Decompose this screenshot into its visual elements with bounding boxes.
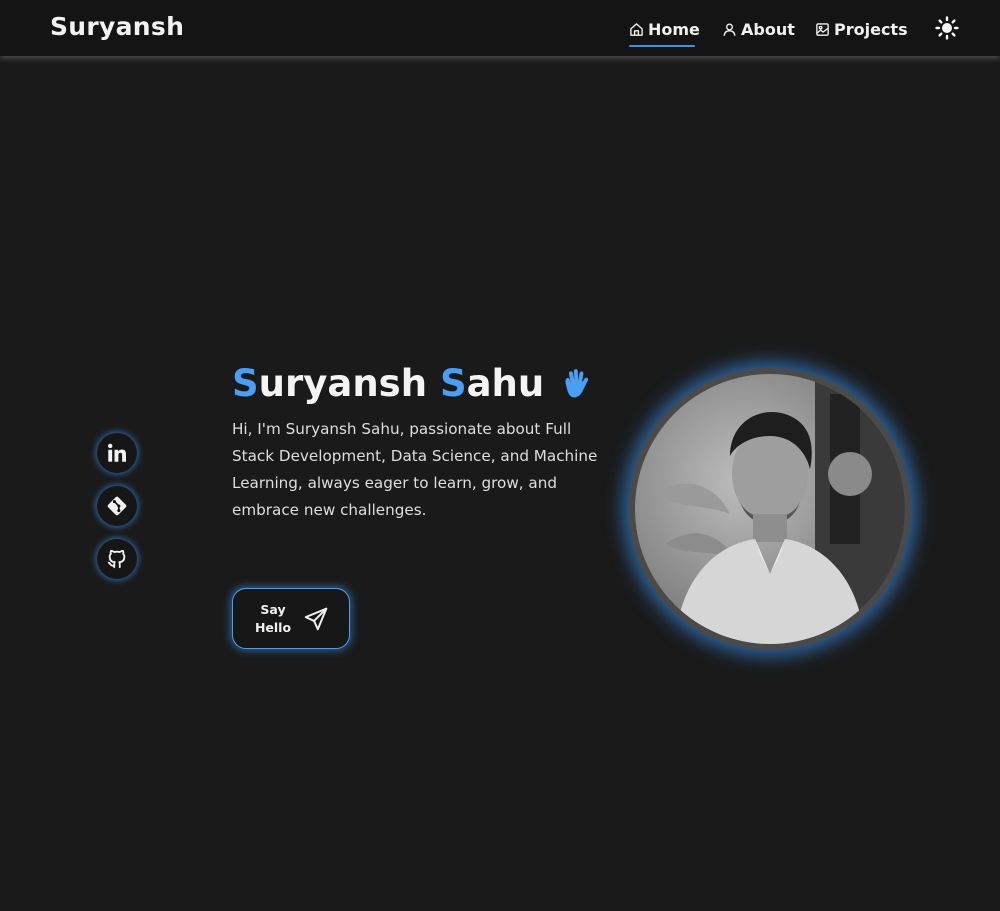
nav-about[interactable]: About (722, 17, 795, 41)
nav-home-label: Home (648, 19, 700, 39)
active-nav-underline (629, 45, 695, 47)
nav-projects-label: Projects (834, 19, 908, 39)
linkedin-link[interactable] (97, 433, 137, 473)
say-hello-button[interactable]: Say Hello (232, 588, 350, 649)
user-icon (723, 23, 736, 36)
first-name-rest: uryansh (258, 362, 428, 405)
nav-home[interactable]: Home (629, 17, 700, 41)
git-link[interactable] (97, 486, 137, 526)
say-hello-label: Say Hello (254, 601, 292, 635)
waving-hand-icon (565, 368, 589, 397)
linkedin-icon (108, 443, 126, 462)
profile-photo (629, 368, 911, 650)
github-icon (107, 549, 126, 569)
home-icon (630, 22, 643, 36)
navbar: Suryansh Home About Projects (0, 0, 1000, 56)
sun-icon[interactable] (935, 16, 959, 40)
github-link[interactable] (97, 539, 137, 579)
profile-photo-image (635, 374, 905, 644)
hero-name: Suryansh Sahu (232, 362, 592, 405)
send-icon (304, 607, 328, 630)
intro-text: Hi, I'm Suryansh Sahu, passionate about … (232, 420, 598, 519)
git-icon (107, 496, 127, 516)
image-icon (816, 22, 829, 36)
last-name-initial: S (439, 362, 467, 405)
nav-about-label: About (741, 19, 795, 39)
nav-projects[interactable]: Projects (815, 17, 908, 41)
first-name-initial: S (232, 362, 259, 405)
brand-logo[interactable]: Suryansh (50, 12, 184, 41)
last-name-rest: ahu (466, 362, 545, 405)
